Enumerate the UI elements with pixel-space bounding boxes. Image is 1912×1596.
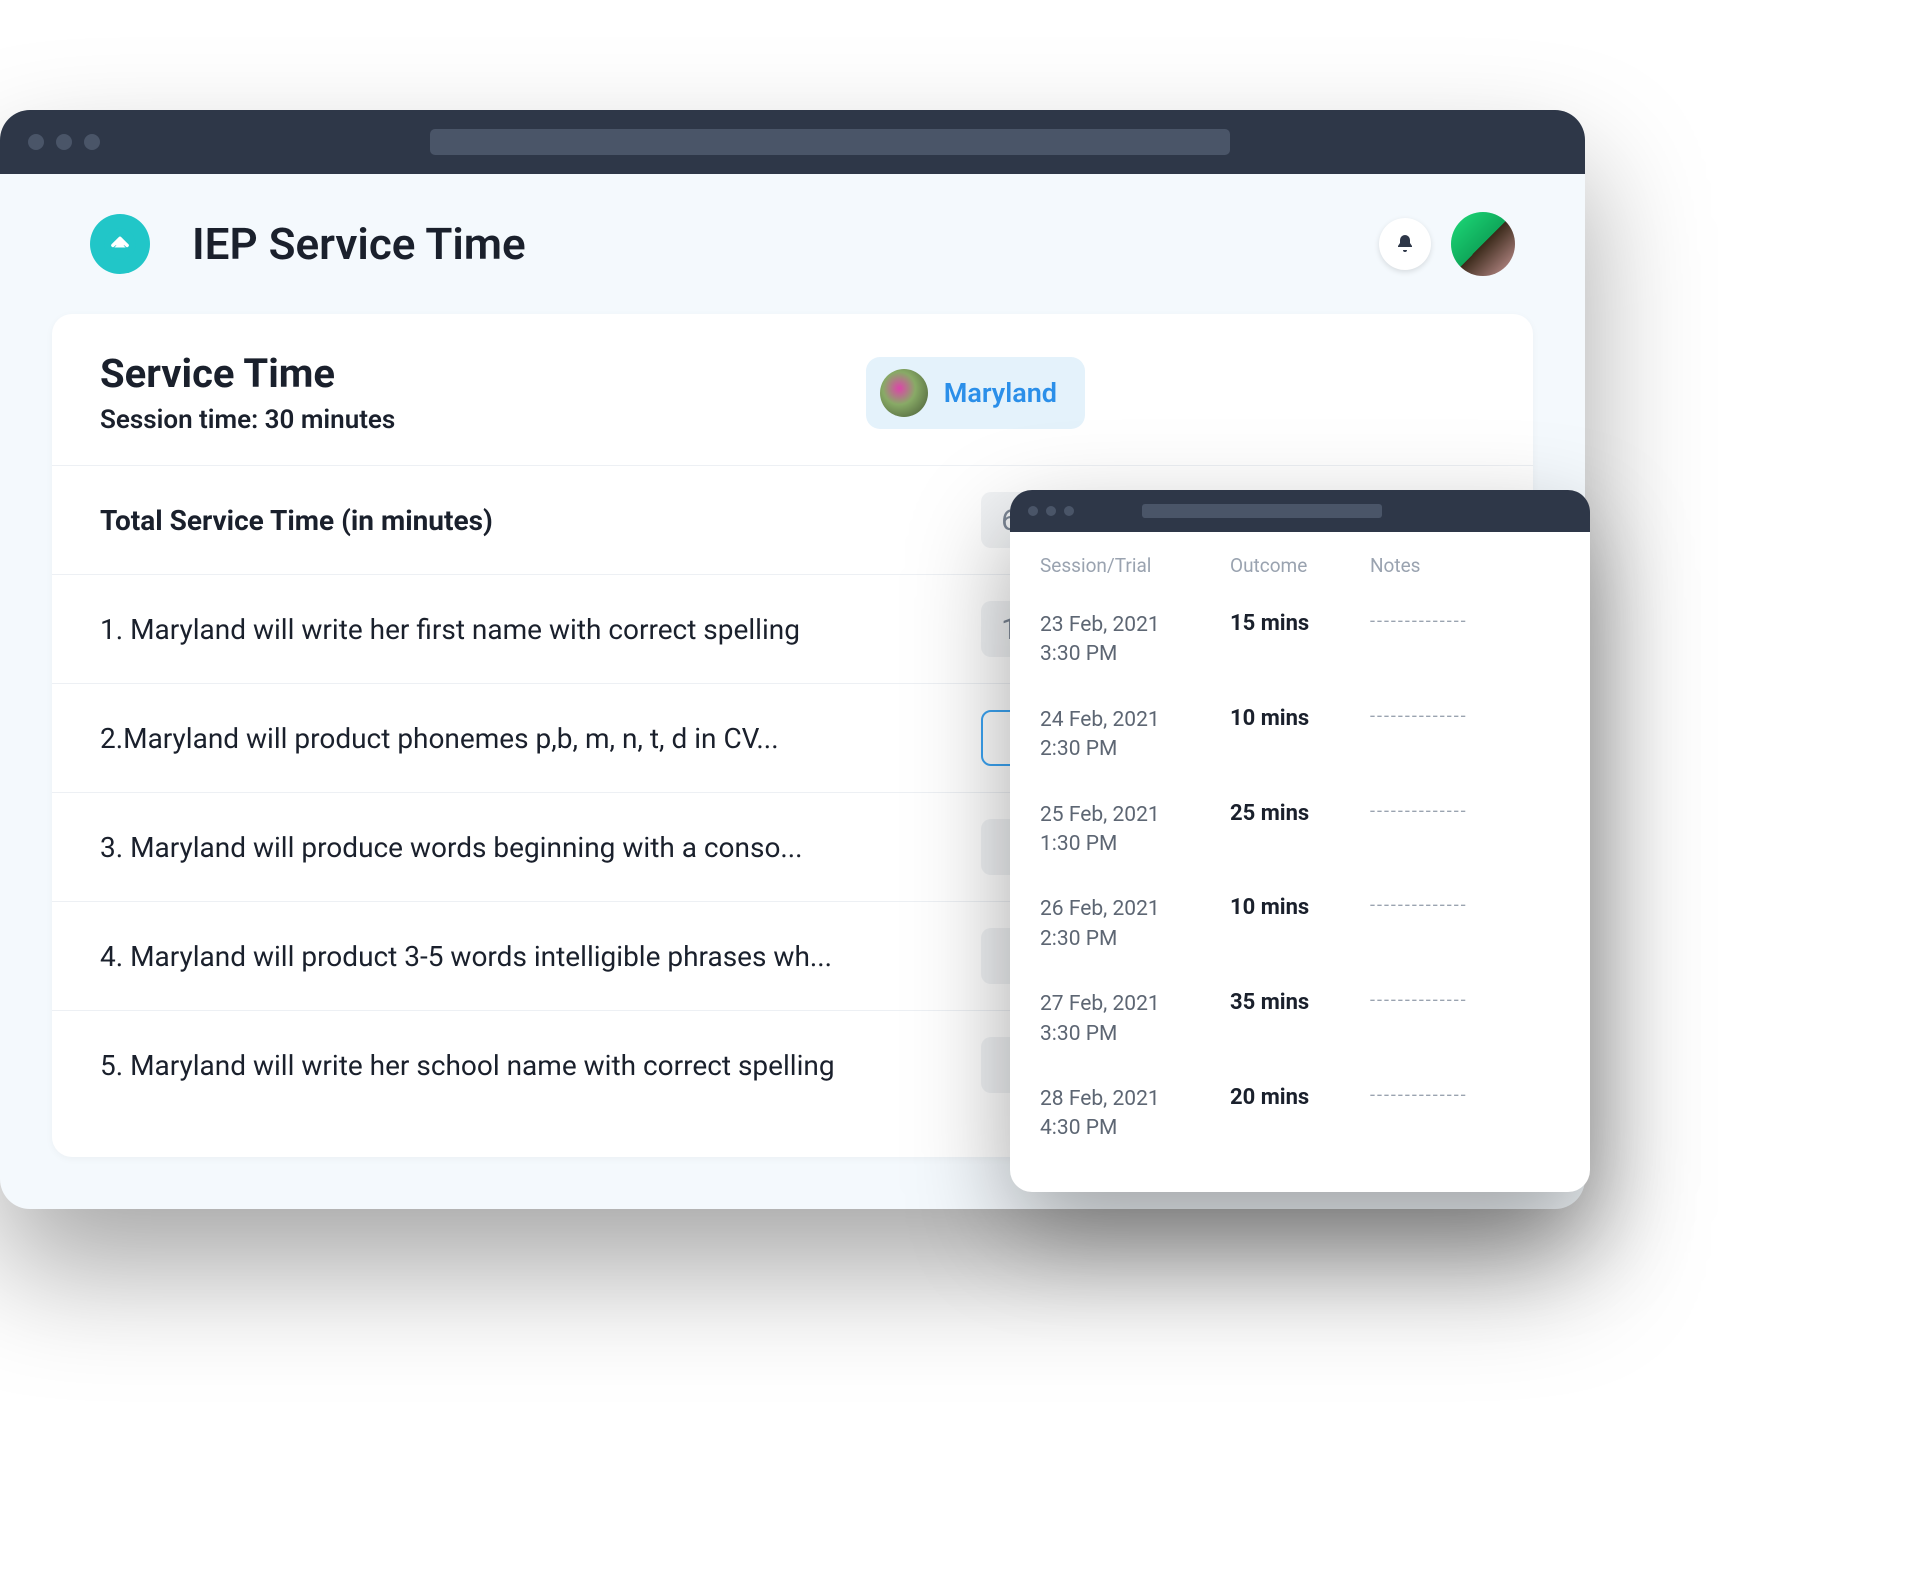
session-row: 25 Feb, 20211:30 PM25 mins-------------- <box>1040 783 1560 878</box>
goal-label: 2.Maryland will product phonemes p,b, m,… <box>100 722 981 755</box>
session-notes[interactable]: -------------- <box>1370 801 1560 822</box>
goal-label: 4. Maryland will product 3-5 words intel… <box>100 940 981 973</box>
popup-minimize-dot[interactable] <box>1046 506 1056 516</box>
popup-titlebar <box>1010 490 1590 532</box>
logo-icon[interactable] <box>90 214 150 274</box>
session-datetime: 26 Feb, 20212:30 PM <box>1040 895 1230 954</box>
popup-column-headers: Session/Trial Outcome Notes <box>1040 554 1560 577</box>
card-header: Service Time Session time: 30 minutes Ma… <box>52 314 1533 465</box>
student-chip[interactable]: Maryland <box>866 357 1085 429</box>
session-datetime: 25 Feb, 20211:30 PM <box>1040 801 1230 860</box>
session-notes[interactable]: -------------- <box>1370 1085 1560 1106</box>
student-avatar <box>880 369 928 417</box>
window-minimize-dot[interactable] <box>56 134 72 150</box>
session-datetime: 24 Feb, 20212:30 PM <box>1040 706 1230 765</box>
session-notes[interactable]: -------------- <box>1370 990 1560 1011</box>
student-name: Maryland <box>944 377 1057 409</box>
session-notes[interactable]: -------------- <box>1370 706 1560 727</box>
session-outcome: 20 mins <box>1230 1085 1370 1110</box>
session-outcome: 25 mins <box>1230 801 1370 826</box>
browser-titlebar <box>0 110 1585 174</box>
session-row: 23 Feb, 20213:30 PM15 mins-------------- <box>1040 593 1560 688</box>
col-outcome-header: Outcome <box>1230 554 1370 577</box>
goal-label: 5. Maryland will write her school name w… <box>100 1049 981 1082</box>
session-datetime: 23 Feb, 20213:30 PM <box>1040 611 1230 670</box>
user-avatar[interactable] <box>1451 212 1515 276</box>
window-maximize-dot[interactable] <box>84 134 100 150</box>
session-outcome: 10 mins <box>1230 706 1370 731</box>
popup-url-bar[interactable] <box>1142 504 1382 518</box>
session-notes[interactable]: -------------- <box>1370 611 1560 632</box>
page-title: IEP Service Time <box>192 218 1379 270</box>
session-row: 24 Feb, 20212:30 PM10 mins-------------- <box>1040 688 1560 783</box>
session-notes[interactable]: -------------- <box>1370 895 1560 916</box>
goal-label: 1. Maryland will write her first name wi… <box>100 613 981 646</box>
session-row: 28 Feb, 20214:30 PM20 mins-------------- <box>1040 1067 1560 1162</box>
session-outcome: 15 mins <box>1230 611 1370 636</box>
popup-maximize-dot[interactable] <box>1064 506 1074 516</box>
session-datetime: 27 Feb, 20213:30 PM <box>1040 990 1230 1049</box>
session-row: 27 Feb, 20213:30 PM35 mins-------------- <box>1040 972 1560 1067</box>
traffic-light-group <box>28 134 100 150</box>
goal-label: 3. Maryland will produce words beginning… <box>100 831 981 864</box>
session-outcome: 35 mins <box>1230 990 1370 1015</box>
session-subtitle: Session time: 30 minutes <box>100 405 866 435</box>
card-title: Service Time <box>100 350 866 397</box>
sessions-popup: Session/Trial Outcome Notes 23 Feb, 2021… <box>1010 490 1590 1192</box>
session-row: 26 Feb, 20212:30 PM10 mins-------------- <box>1040 877 1560 972</box>
app-header: IEP Service Time <box>0 174 1585 314</box>
session-outcome: 10 mins <box>1230 895 1370 920</box>
total-label: Total Service Time (in minutes) <box>100 504 981 537</box>
popup-close-dot[interactable] <box>1028 506 1038 516</box>
session-datetime: 28 Feb, 20214:30 PM <box>1040 1085 1230 1144</box>
url-bar[interactable] <box>430 129 1230 155</box>
bell-icon <box>1393 232 1417 256</box>
window-close-dot[interactable] <box>28 134 44 150</box>
col-notes-header: Notes <box>1370 554 1560 577</box>
col-session-header: Session/Trial <box>1040 554 1230 577</box>
notification-button[interactable] <box>1379 218 1431 270</box>
